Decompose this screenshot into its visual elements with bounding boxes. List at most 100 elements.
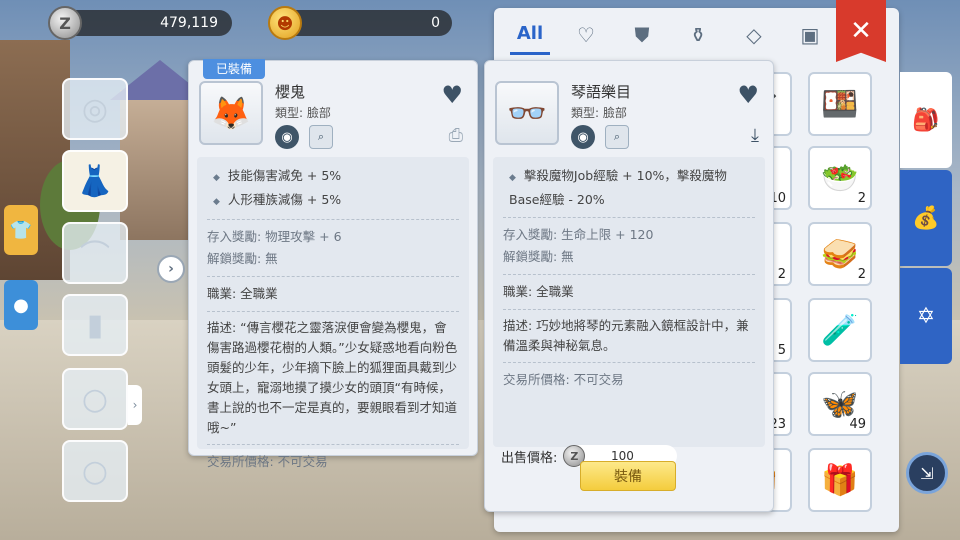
chevron-right-icon: ›: [168, 261, 174, 277]
boots-icon: ▮: [86, 307, 104, 343]
side-tab-zeny-bag[interactable]: 💰: [900, 170, 952, 266]
item-name: 櫻鬼: [275, 83, 306, 101]
backpack-icon: 🎒: [912, 107, 940, 133]
fox-mask-icon: 🦊: [199, 81, 263, 145]
effect-text: 技能傷害減免 + 5%: [227, 168, 342, 183]
hexagram-icon: ✡: [916, 303, 936, 329]
close-button[interactable]: ✕: [836, 0, 886, 62]
equip-button[interactable]: 裝備: [580, 461, 676, 491]
item-description: 描述: “傳言櫻花之靈落淚便會變為櫻鬼，會傷害路過櫻花樹的人類。”少女疑惑地看向…: [207, 320, 458, 435]
slot-garment[interactable]: ⌒: [62, 222, 128, 284]
item-count: 5: [777, 343, 786, 358]
effect-line: ◆ 擊殺魔物Job經驗 + 10%，擊殺魔物Base經驗 - 20%: [503, 165, 755, 211]
close-icon: ✕: [850, 16, 872, 46]
money-bag-icon: 💰: [912, 205, 940, 231]
divider: [503, 309, 755, 310]
tray-icon: ⎙: [448, 125, 463, 146]
inspect-button[interactable]: ⌕: [309, 125, 333, 149]
effect-line: ◆ 人形種族減傷 + 5%: [207, 189, 459, 213]
item-type: 類型: 臉部: [571, 106, 627, 120]
side-tab-bag[interactable]: 🎒: [900, 72, 952, 168]
side-tab-magic[interactable]: ✡: [900, 268, 952, 364]
dress-icon: 👗: [76, 163, 114, 199]
slot-accessory-1[interactable]: ○: [62, 368, 128, 430]
eye-icon: ◉: [577, 129, 589, 145]
effect-text: 人形種族減傷 + 5%: [227, 192, 342, 207]
collapse-button[interactable]: ⇲: [906, 452, 948, 494]
divider: [207, 444, 459, 445]
bear-coin-icon: ☻: [268, 6, 302, 40]
sell-price-label: 出售價格:: [501, 450, 558, 466]
item-action-buttons: ◉ ⌕: [571, 125, 629, 149]
slot-accessory-2[interactable]: ○: [62, 440, 128, 502]
item-action-buttons: ◉ ⌕: [275, 125, 333, 149]
premium-currency-balance: ☻ 0: [268, 6, 452, 40]
favorite-button[interactable]: ♥: [441, 81, 463, 109]
inspect-button[interactable]: ⌕: [605, 125, 629, 149]
divider: [207, 276, 459, 277]
heart-icon: ♡: [577, 23, 595, 47]
magnifier-icon: ⌕: [613, 130, 621, 143]
item-type: 類型: 臉部: [275, 106, 331, 120]
character-nav-button[interactable]: ●: [4, 280, 38, 330]
heart-icon: ♥: [737, 81, 759, 109]
slot-armor[interactable]: 👗: [62, 150, 128, 212]
deposit-reward: 存入獎勵: 物理攻擊 + 6: [207, 229, 342, 244]
inventory-tab-bar: All ♡ ⛊ ⚱ ◇ ▣: [494, 8, 894, 62]
inventory-cell[interactable]: 🥗 2: [808, 146, 872, 210]
selected-item-detail-panel: 👓 琴語樂目 類型: 臉部 ◉ ⌕ ♥ ⤓ ◆ 擊殺魔物Job經驗 + 10%，擊…: [484, 60, 774, 512]
download-icon: ⤓: [751, 125, 759, 146]
job-requirement: 職業: 全職業: [503, 284, 574, 299]
food-icon: 🥪: [821, 236, 859, 272]
zeny-value: 479,119: [160, 15, 218, 31]
divider: [207, 311, 459, 312]
item-name: 琴語樂目: [571, 83, 632, 101]
tab-equipment[interactable]: ⛊: [622, 15, 662, 55]
tab-cards[interactable]: ▣: [790, 15, 830, 55]
inventory-cell[interactable]: 🍱: [808, 72, 872, 136]
inventory-cell[interactable]: 🧪: [808, 298, 872, 362]
inventory-cell[interactable]: 🥪 2: [808, 222, 872, 286]
inventory-cell[interactable]: 🎁: [808, 448, 872, 512]
next-arrow-button[interactable]: ›: [157, 255, 185, 283]
magnifier-icon: ⌕: [317, 130, 325, 143]
item-count: 2: [777, 267, 786, 282]
tab-all[interactable]: All: [510, 15, 550, 55]
preview-button[interactable]: ◉: [275, 125, 299, 149]
shirt-icon: 👕: [9, 219, 33, 241]
item-detail-box: ◆ 技能傷害減免 + 5% ◆ 人形種族減傷 + 5% 存入獎勵: 物理攻擊 + 6…: [197, 157, 469, 469]
tab-consumables[interactable]: ⚱: [678, 15, 718, 55]
tab-favorites[interactable]: ♡: [566, 15, 606, 55]
equipped-item-detail-panel: 已裝備 🦊 櫻鬼 類型: 臉部 ◉ ⌕ ♥ ⎙ ◆ 技能傷害減免 + 5% ◆ 人形…: [188, 59, 478, 469]
item-detail-box: ◆ 擊殺魔物Job經驗 + 10%，擊殺魔物Base經驗 - 20% 存入獎勵: …: [493, 157, 765, 447]
diamond-bullet-icon: ◆: [213, 173, 220, 183]
slot-headgear[interactable]: ◎: [62, 78, 128, 140]
expand-arrow-button[interactable]: ›: [128, 385, 142, 425]
food-icon: 🥗: [821, 160, 859, 196]
glasses-icon: 👓: [495, 81, 559, 145]
trade-price: 交易所價格: 不可交易: [503, 372, 624, 387]
unequip-button[interactable]: ⎙: [449, 125, 463, 146]
tab-materials[interactable]: ◇: [734, 15, 774, 55]
person-icon: ●: [13, 294, 29, 316]
chevron-right-icon: ›: [132, 398, 138, 412]
unlock-reward: 解鎖獎勵: 無: [503, 249, 574, 264]
cape-icon: ⌒: [80, 239, 110, 274]
ring-icon: ○: [81, 453, 109, 489]
heart-icon: ♥: [441, 81, 463, 109]
equipped-badge: 已裝備: [203, 59, 265, 79]
preview-button[interactable]: ◉: [571, 125, 595, 149]
divider: [503, 274, 755, 275]
job-requirement: 職業: 全職業: [207, 286, 278, 301]
shirt-icon: ⛊: [634, 23, 650, 47]
item-description: 描述: 巧妙地將琴的元素融入鏡框設計中，兼備溫柔與神秘氣息。: [503, 318, 749, 353]
unlock-reward: 解鎖獎勵: 無: [207, 251, 278, 266]
food-icon: 🍱: [821, 86, 859, 122]
favorite-button[interactable]: ♥: [737, 81, 759, 109]
wardrobe-nav-button[interactable]: 👕: [4, 205, 38, 255]
ring-icon: ○: [81, 381, 109, 417]
deposit-button[interactable]: ⤓: [751, 125, 759, 146]
divider: [503, 217, 755, 218]
inventory-cell[interactable]: 🦋 49: [808, 372, 872, 436]
slot-shoes[interactable]: ▮: [62, 294, 128, 356]
